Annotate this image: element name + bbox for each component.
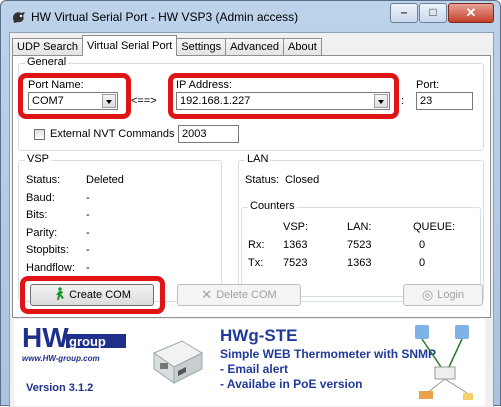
delete-com-label: Delete COM — [216, 289, 277, 301]
counter-header-lan: LAN: — [347, 221, 372, 233]
vsp-handflow-value: - — [86, 262, 90, 274]
vsp-stopbits-value: - — [86, 244, 90, 256]
lan-group-label: LAN — [245, 153, 271, 165]
counter-tx-lan: 1363 — [347, 257, 372, 269]
delete-com-button[interactable]: ✕ Delete COM — [177, 284, 301, 306]
tab-settings[interactable]: Settings — [176, 38, 227, 56]
vsp-status-label: Status: — [26, 174, 61, 186]
svg-text:HW: HW — [22, 322, 69, 353]
tab-virtual-serial-port[interactable]: Virtual Serial Port — [81, 35, 178, 56]
maximize-icon: □ — [429, 5, 437, 19]
vsp-bits-value: - — [86, 209, 90, 221]
vsp-parity-label: Parity: — [26, 227, 58, 239]
counter-rx-label: Rx: — [248, 239, 265, 251]
counter-rx-vsp: 1363 — [283, 239, 308, 251]
counter-header-vsp: VSP: — [283, 221, 309, 233]
vsp-baud-value: - — [86, 192, 90, 204]
network-diagram-image — [415, 325, 473, 400]
vsp-stopbits-label: Stopbits: — [26, 244, 69, 256]
vsp-status-value: Deleted — [86, 174, 124, 186]
app-window: HW Virtual Serial Port - HW VSP3 (Admin … — [0, 0, 501, 407]
nvt-checkbox[interactable] — [34, 129, 45, 140]
tab-strip: UDP Search Virtual Serial Port Settings … — [12, 35, 322, 56]
colon-label: : — [401, 95, 405, 107]
version-label: Version 3.1.2 — [26, 382, 94, 394]
vsp-parity-value: - — [86, 227, 90, 239]
lan-status-value: Closed — [285, 174, 320, 186]
general-group-label: General — [25, 56, 69, 68]
lan-status-label: Status: — [245, 174, 280, 186]
tab-advanced[interactable]: Advanced — [225, 38, 285, 56]
port-label: Port: — [416, 79, 440, 91]
minimize-button[interactable]: – — [390, 3, 418, 23]
device-image — [152, 340, 204, 384]
svg-text:group: group — [69, 334, 106, 349]
tab-about[interactable]: About — [283, 38, 322, 56]
counter-tx-label: Tx: — [248, 257, 264, 269]
banner-title: HWg-STE — [220, 326, 298, 345]
vsp-handflow-label: Handflow: — [26, 262, 75, 274]
promo-banner[interactable]: HW group www.HW-group.com Version 3.1.2 … — [14, 319, 485, 406]
nvt-port-input[interactable]: 2003 — [178, 125, 239, 143]
highlight-create-com — [20, 276, 165, 314]
banner-line-1: Simple WEB Thermometer with SNMP — [220, 347, 437, 361]
counter-tx-vsp: 7523 — [283, 257, 308, 269]
counter-rx-lan: 7523 — [347, 239, 372, 251]
tab-udp-search[interactable]: UDP Search — [12, 38, 83, 56]
minimize-icon: – — [400, 5, 408, 19]
counters-group-label: Counters — [248, 200, 297, 212]
app-icon — [13, 12, 25, 23]
close-button[interactable]: ✕ — [448, 3, 494, 23]
hw-group-logo: HW group — [22, 322, 126, 353]
highlight-ip-address — [168, 73, 399, 119]
login-icon: ◎ — [421, 287, 434, 302]
login-label: Login — [437, 289, 465, 301]
counter-rx-queue: 0 — [419, 239, 426, 251]
logo-url: www.HW-group.com — [22, 354, 100, 363]
port-input[interactable]: 23 — [416, 92, 473, 110]
banner-line-3: - Availabe in PoE version — [220, 377, 363, 391]
window-title: HW Virtual Serial Port - HW VSP3 (Admin … — [31, 10, 299, 24]
arrow-label: <==> — [131, 95, 157, 107]
vsp-group-label: VSP — [25, 153, 52, 165]
counter-tx-queue: 0 — [419, 257, 426, 269]
counter-header-queue: QUEUE: — [413, 221, 456, 233]
banner-line-2: - Email alert — [220, 362, 289, 376]
vsp-baud-label: Baud: — [26, 192, 55, 204]
title-bar[interactable]: HW Virtual Serial Port - HW VSP3 (Admin … — [1, 1, 500, 31]
maximize-button[interactable]: □ — [419, 3, 447, 23]
port-value: 23 — [420, 95, 433, 107]
highlight-port-name — [18, 73, 131, 119]
client-area: UDP Search Virtual Serial Port Settings … — [9, 32, 494, 407]
delete-icon: ✕ — [201, 287, 213, 302]
login-button[interactable]: ◎ Login — [403, 284, 483, 306]
nvt-port-value: 2003 — [182, 128, 207, 140]
vsp-bits-label: Bits: — [26, 209, 48, 221]
close-icon: ✕ — [465, 5, 477, 20]
